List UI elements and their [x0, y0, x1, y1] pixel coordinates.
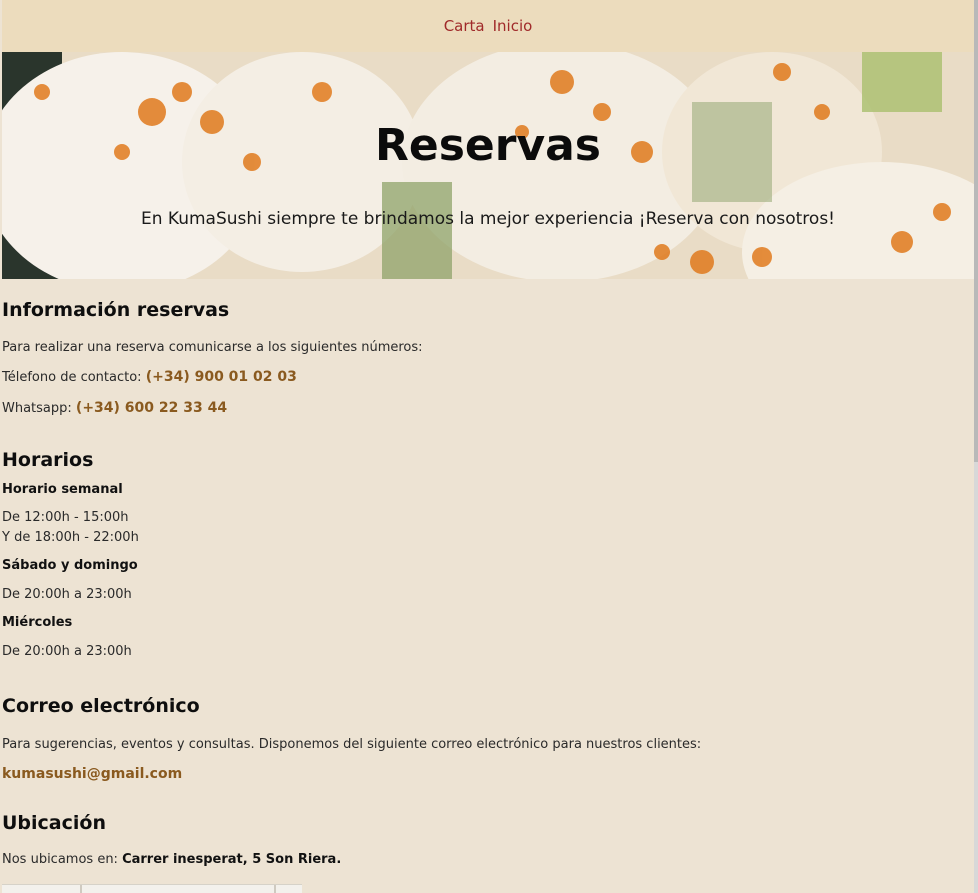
ubicacion-heading: Ubicación	[2, 812, 106, 834]
weekly-title: Horario semanal	[2, 482, 123, 497]
hero-title: Reservas	[374, 120, 601, 171]
weekly-line-2: Y de 18:00h - 22:00h	[2, 530, 139, 545]
address-label: Nos ubicamos en:	[2, 852, 123, 867]
hero-subtitle: En KumaSushi siempre te brindamos la mej…	[140, 209, 835, 229]
address-line: Nos ubicamos en: Carrer inesperat, 5 Son…	[2, 852, 341, 867]
page: Carta Inicio Reservas En KumaSushi siemp…	[0, 0, 978, 893]
vertical-scrollbar[interactable]	[974, 0, 978, 893]
nav-link-inicio[interactable]: Inicio	[493, 17, 533, 35]
nav-link-carta[interactable]: Carta	[444, 17, 485, 35]
scrollbar-thumb[interactable]	[974, 0, 978, 462]
correo-heading: Correo electrónico	[2, 695, 200, 717]
phone-number[interactable]: (+34) 900 01 02 03	[146, 369, 297, 385]
wednesday-line: De 20:00h a 23:00h	[2, 644, 132, 659]
map-divider	[274, 885, 276, 893]
top-navbar: Carta Inicio	[2, 0, 974, 52]
horarios-heading: Horarios	[2, 449, 94, 471]
wednesday-title: Miércoles	[2, 615, 73, 630]
weekend-title: Sábado y domingo	[2, 558, 138, 573]
map-embed[interactable]	[2, 884, 302, 893]
reservas-intro: Para realizar una reserva comunicarse a …	[2, 340, 423, 355]
whatsapp-number[interactable]: (+34) 600 22 33 44	[76, 400, 227, 416]
whatsapp-line: Whatsapp: (+34) 600 22 33 44	[2, 400, 227, 416]
weekend-line: De 20:00h a 23:00h	[2, 587, 132, 602]
email-link[interactable]: kumasushi@gmail.com	[2, 766, 182, 782]
map-divider	[80, 885, 82, 893]
reservas-heading: Información reservas	[2, 299, 230, 321]
hero-banner: Reservas En KumaSushi siempre te brindam…	[2, 52, 974, 279]
phone-line: Télefono de contacto: (+34) 900 01 02 03	[2, 369, 297, 385]
address-value: Carrer inesperat, 5 Son Riera.	[122, 852, 342, 867]
correo-intro: Para sugerencias, eventos y consultas. D…	[2, 737, 702, 752]
whatsapp-label: Whatsapp:	[2, 401, 76, 416]
weekly-line-1: De 12:00h - 15:00h	[2, 510, 129, 525]
phone-label: Télefono de contacto:	[2, 370, 146, 385]
